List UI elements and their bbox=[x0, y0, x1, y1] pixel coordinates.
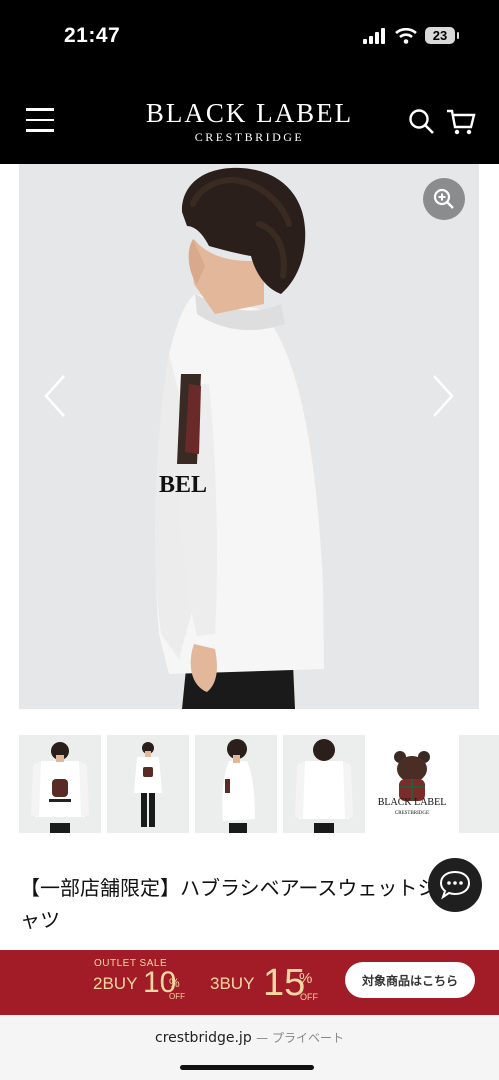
browser-footer: crestbridge.jp — プライベート bbox=[0, 1015, 499, 1080]
thumbnail-front[interactable] bbox=[19, 735, 101, 833]
discount-10-percent: % bbox=[169, 976, 180, 990]
shirt-print-text: BEL bbox=[159, 472, 207, 498]
product-title: 【一部店舗限定】ハブラシベアースウェットシ ャツ bbox=[20, 872, 440, 936]
signal-icon bbox=[363, 27, 385, 44]
url-domain: crestbridge.jp bbox=[155, 1030, 252, 1046]
target-products-button[interactable]: 対象商品はこちら bbox=[345, 962, 475, 998]
site-header: BLACK LABEL CRESTBRIDGE bbox=[0, 80, 499, 164]
thumbnail-strip: BLACK LABEL CRESTBRIDGE bbox=[19, 735, 499, 833]
product-title-line-1: 【一部店舗限定】ハブラシベアースウェットシ bbox=[20, 876, 438, 900]
status-icons: 23 bbox=[363, 27, 459, 44]
status-bar: 21:47 23 bbox=[0, 0, 499, 80]
status-time: 21:47 bbox=[64, 24, 121, 47]
discount-15-percent: % bbox=[299, 970, 313, 987]
home-indicator[interactable] bbox=[180, 1065, 314, 1070]
product-main-image[interactable]: BEL bbox=[19, 164, 479, 709]
battery-icon: 23 bbox=[425, 27, 459, 44]
zoom-button[interactable] bbox=[423, 178, 465, 220]
thumbnail-print-sub-text: CRESTBRIDGE bbox=[395, 811, 429, 816]
thumbnail-side[interactable] bbox=[195, 735, 277, 833]
buy3-label: 3BUY bbox=[210, 974, 255, 993]
chat-bubble-icon bbox=[439, 870, 471, 900]
url-bar[interactable]: crestbridge.jp — プライベート bbox=[0, 1029, 499, 1046]
chat-button[interactable] bbox=[428, 858, 482, 912]
cart-icon[interactable] bbox=[446, 108, 476, 136]
off-label-1: OFF bbox=[169, 992, 185, 1001]
product-title-line-2: ャツ bbox=[20, 908, 60, 932]
private-label: — プライベート bbox=[256, 1031, 344, 1045]
next-image-arrow-icon[interactable] bbox=[428, 374, 458, 418]
model-photo: BEL bbox=[155, 167, 324, 709]
thumbnail-print-text: BLACK LABEL bbox=[378, 797, 447, 808]
buy2-label: 2BUY bbox=[93, 974, 138, 993]
zoom-in-icon bbox=[433, 188, 454, 209]
thumbnail-back[interactable] bbox=[283, 735, 365, 833]
thumbnail-full-body[interactable] bbox=[107, 735, 189, 833]
wifi-icon bbox=[395, 27, 417, 44]
thumbnail-print-detail[interactable]: BLACK LABEL CRESTBRIDGE bbox=[371, 735, 453, 833]
search-icon[interactable] bbox=[408, 108, 436, 136]
off-label-2: OFF bbox=[300, 992, 318, 1002]
prev-image-arrow-icon[interactable] bbox=[40, 374, 70, 418]
thumbnail-partial[interactable] bbox=[459, 735, 499, 833]
